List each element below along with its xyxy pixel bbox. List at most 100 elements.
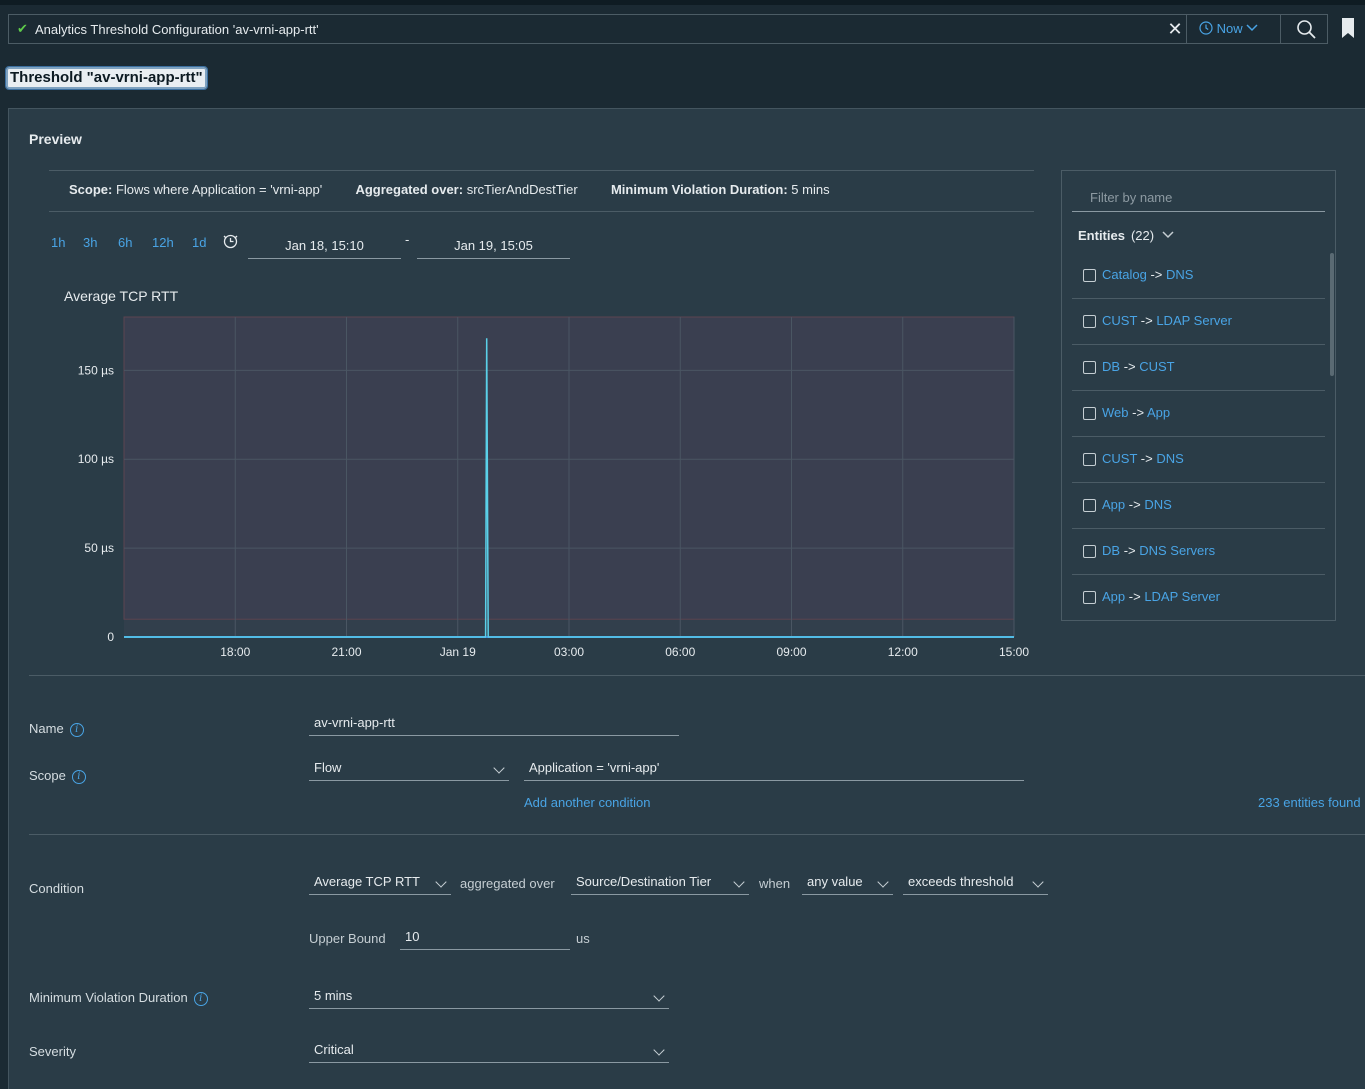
value-mode-select[interactable]: any value: [802, 873, 893, 895]
entity-row[interactable]: CUST -> DNS: [1072, 437, 1325, 483]
min-duration-select[interactable]: 5 mins: [309, 987, 669, 1009]
metric-select[interactable]: Average TCP RTT: [309, 873, 451, 895]
aggregation-select[interactable]: Source/Destination Tier: [571, 873, 749, 895]
entity-dest-link[interactable]: DNS: [1156, 451, 1183, 466]
min-duration-label: Minimum Violation Duration i: [29, 990, 208, 1006]
x-tick-label: 15:00: [999, 645, 1029, 659]
add-condition-link[interactable]: Add another condition: [524, 795, 650, 810]
entity-source-link[interactable]: DB: [1102, 543, 1120, 558]
entity-dest-link[interactable]: DNS: [1166, 267, 1193, 282]
range-12h-button[interactable]: 12h: [152, 235, 174, 250]
entity-arrow: ->: [1123, 359, 1136, 374]
severity-label: Severity: [29, 1044, 76, 1059]
entities-header[interactable]: Entities (22): [1078, 228, 1174, 243]
scope-type-select[interactable]: Flow: [309, 759, 509, 781]
entity-dest-link[interactable]: CUST: [1139, 359, 1174, 374]
date-to-input[interactable]: Jan 19, 15:05: [417, 237, 570, 259]
entity-source-link[interactable]: App: [1102, 497, 1125, 512]
entity-arrow: ->: [1150, 267, 1163, 282]
entities-found-link[interactable]: 233 entities found: [1258, 795, 1361, 810]
entity-source-link[interactable]: DB: [1102, 359, 1120, 374]
entity-checkbox[interactable]: [1083, 499, 1096, 512]
x-tick-label: Jan 19: [440, 645, 476, 659]
preview-summary: Scope: Flows where Application = 'vrni-a…: [69, 182, 830, 197]
entity-row[interactable]: DB -> CUST: [1072, 345, 1325, 391]
time-selector-button[interactable]: Now: [1199, 21, 1258, 36]
page-title[interactable]: Threshold "av-vrni-app-rtt": [5, 66, 208, 90]
entity-arrow: ->: [1140, 451, 1153, 466]
top-strip: [0, 0, 1365, 5]
divider: [1280, 15, 1281, 43]
chevron-down-icon: [435, 876, 447, 888]
entity-row[interactable]: CUST -> LDAP Server: [1072, 299, 1325, 345]
entity-label: Catalog -> DNS: [1102, 267, 1193, 282]
entity-label: App -> DNS: [1102, 497, 1172, 512]
search-query[interactable]: Analytics Threshold Configuration 'av-vr…: [35, 22, 319, 37]
entity-label: Web -> App: [1102, 405, 1170, 420]
search-bar[interactable]: ✔ Analytics Threshold Configuration 'av-…: [8, 14, 1328, 44]
x-tick-label: 03:00: [554, 645, 584, 659]
date-from-input[interactable]: Jan 18, 15:10: [248, 237, 401, 259]
name-input[interactable]: av-vrni-app-rtt: [309, 714, 679, 736]
entity-source-link[interactable]: App: [1102, 589, 1125, 604]
x-tick-label: 06:00: [665, 645, 695, 659]
entity-row[interactable]: Catalog -> DNS: [1072, 253, 1325, 299]
range-3h-button[interactable]: 3h: [83, 235, 97, 250]
info-icon[interactable]: i: [69, 722, 84, 737]
entity-source-link[interactable]: Web: [1102, 405, 1129, 420]
entity-dest-link[interactable]: DNS: [1144, 497, 1171, 512]
entity-checkbox[interactable]: [1083, 591, 1096, 604]
entity-arrow: ->: [1140, 313, 1153, 328]
entity-source-link[interactable]: Catalog: [1102, 267, 1147, 282]
clear-search-button[interactable]: ✕: [1165, 19, 1185, 39]
info-icon[interactable]: i: [193, 991, 208, 1006]
x-tick-label: 12:00: [888, 645, 918, 659]
chart-title: Average TCP RTT: [64, 288, 179, 304]
entity-row[interactable]: Web -> App: [1072, 391, 1325, 437]
entity-dest-link[interactable]: App: [1147, 405, 1170, 420]
entity-arrow: ->: [1123, 543, 1136, 558]
condition-label: Condition: [29, 881, 84, 896]
entity-row[interactable]: DB -> DNS Servers: [1072, 529, 1325, 575]
entity-checkbox[interactable]: [1083, 545, 1096, 558]
entity-source-link[interactable]: CUST: [1102, 313, 1137, 328]
entity-checkbox[interactable]: [1083, 361, 1096, 374]
entity-checkbox[interactable]: [1083, 269, 1096, 282]
entity-checkbox[interactable]: [1083, 315, 1096, 328]
entity-checkbox[interactable]: [1083, 453, 1096, 466]
x-tick-label: 18:00: [220, 645, 250, 659]
entity-dest-link[interactable]: DNS Servers: [1139, 543, 1215, 558]
chevron-down-icon: [733, 876, 745, 888]
entity-row[interactable]: App -> LDAP Server: [1072, 575, 1325, 620]
info-icon[interactable]: i: [71, 769, 86, 784]
entity-dest-link[interactable]: LDAP Server: [1144, 589, 1220, 604]
entity-label: App -> LDAP Server: [1102, 589, 1220, 604]
entity-arrow: ->: [1128, 497, 1141, 512]
range-1h-button[interactable]: 1h: [51, 235, 65, 250]
comparison-select[interactable]: exceeds threshold: [903, 873, 1048, 895]
entity-row[interactable]: App -> DNS: [1072, 483, 1325, 529]
entities-scrollbar[interactable]: [1330, 253, 1334, 376]
x-tick-label: 21:00: [331, 645, 361, 659]
range-6h-button[interactable]: 6h: [118, 235, 132, 250]
entity-label: CUST -> LDAP Server: [1102, 313, 1232, 328]
search-icon[interactable]: [1296, 19, 1316, 39]
severity-select[interactable]: Critical: [309, 1041, 669, 1063]
entity-checkbox[interactable]: [1083, 407, 1096, 420]
range-1d-button[interactable]: 1d: [192, 235, 206, 250]
entity-arrow: ->: [1128, 589, 1141, 604]
entity-arrow: ->: [1132, 405, 1145, 420]
bookmark-icon[interactable]: [1342, 18, 1354, 38]
entity-label: CUST -> DNS: [1102, 451, 1184, 466]
divider: [1186, 15, 1187, 43]
chevron-down-icon: [877, 876, 889, 888]
when-text: when: [759, 876, 791, 891]
entity-dest-link[interactable]: LDAP Server: [1156, 313, 1232, 328]
custom-time-range-icon[interactable]: [222, 233, 239, 250]
entity-filter-input[interactable]: Filter by name: [1072, 189, 1325, 212]
upper-bound-input[interactable]: 10: [400, 928, 570, 950]
scope-condition-input[interactable]: Application = 'vrni-app': [524, 759, 1024, 781]
scope-label: Scope i: [29, 768, 86, 784]
divider: [29, 675, 1365, 676]
entity-source-link[interactable]: CUST: [1102, 451, 1137, 466]
